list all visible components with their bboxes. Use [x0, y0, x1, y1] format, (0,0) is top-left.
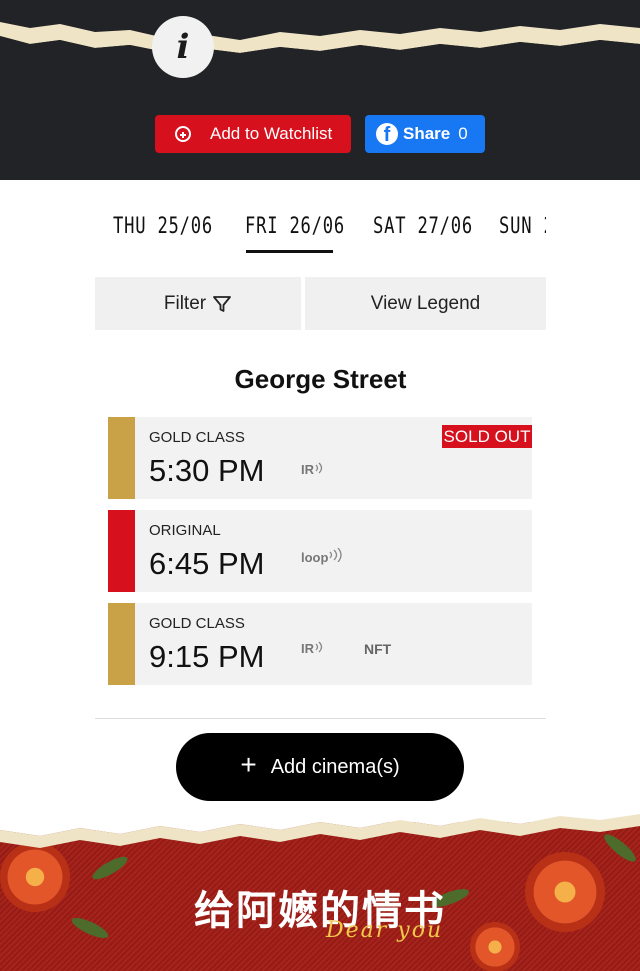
filter-button[interactable]: Filter — [95, 277, 301, 330]
nft-feature-label: NFT — [364, 641, 392, 657]
session-time: 6:45 PM — [149, 546, 265, 581]
date-tab-fri[interactable]: FRI 26/06 — [245, 214, 345, 239]
session-class: GOLD CLASS — [149, 429, 245, 446]
info-icon: i — [176, 27, 190, 67]
caption-title-chinese: 给阿嬷的情书 — [194, 887, 446, 934]
add-cinema-button[interactable]: + Add cinema(s) — [176, 733, 464, 801]
session-class-stripe — [108, 603, 135, 685]
session-row[interactable]: GOLD CLASS 9:15 PM IR NFT — [108, 603, 532, 685]
session-time: 5:30 PM — [149, 453, 265, 488]
add-cinema-label: Add cinema(s) — [270, 755, 400, 778]
share-count: 0 — [458, 124, 468, 143]
share-label: Share — [403, 124, 451, 143]
session-time: 9:15 PM — [149, 639, 265, 674]
torn-paper-edge-bottom — [0, 806, 640, 848]
divider — [95, 718, 546, 719]
session-row[interactable]: GOLD CLASS 5:30 PM IR SOLD OUT — [108, 417, 532, 499]
add-to-watchlist-button[interactable]: Add to Watchlist — [155, 115, 351, 153]
date-tab-thu[interactable]: THU 25/06 — [113, 214, 213, 239]
legend-label: View Legend — [370, 292, 481, 314]
date-tab-sat[interactable]: SAT 27/06 — [373, 214, 473, 239]
plus-icon: + — [240, 749, 257, 780]
torn-paper-edge-top — [0, 22, 640, 54]
assistive-listening-icon: IR — [301, 462, 326, 477]
sold-out-badge: SOLD OUT — [442, 425, 532, 448]
session-row[interactable]: ORIGINAL 6:45 PM loop — [108, 510, 532, 592]
session-class: ORIGINAL — [149, 522, 221, 539]
funnel-icon — [213, 295, 232, 312]
watchlist-label: Add to Watchlist — [210, 124, 333, 143]
session-class: GOLD CLASS — [149, 615, 245, 632]
loop-hearing-icon: loop — [301, 547, 344, 565]
session-class-stripe — [108, 510, 135, 592]
date-tab-sun[interactable]: SUN 2 — [499, 214, 546, 239]
session-class-stripe — [108, 417, 135, 499]
facebook-icon: f — [376, 123, 398, 145]
plus-circle-icon — [175, 126, 191, 142]
info-button[interactable]: i — [152, 16, 214, 78]
assistive-listening-icon: IR — [301, 641, 326, 656]
view-legend-button[interactable]: View Legend — [305, 277, 546, 330]
cinema-name: George Street — [234, 364, 407, 394]
filter-label: Filter — [163, 292, 207, 314]
caption-title-english: Dear you — [326, 918, 444, 943]
facebook-share-button[interactable]: f Share 0 — [365, 115, 485, 153]
selected-date-indicator — [246, 250, 333, 253]
